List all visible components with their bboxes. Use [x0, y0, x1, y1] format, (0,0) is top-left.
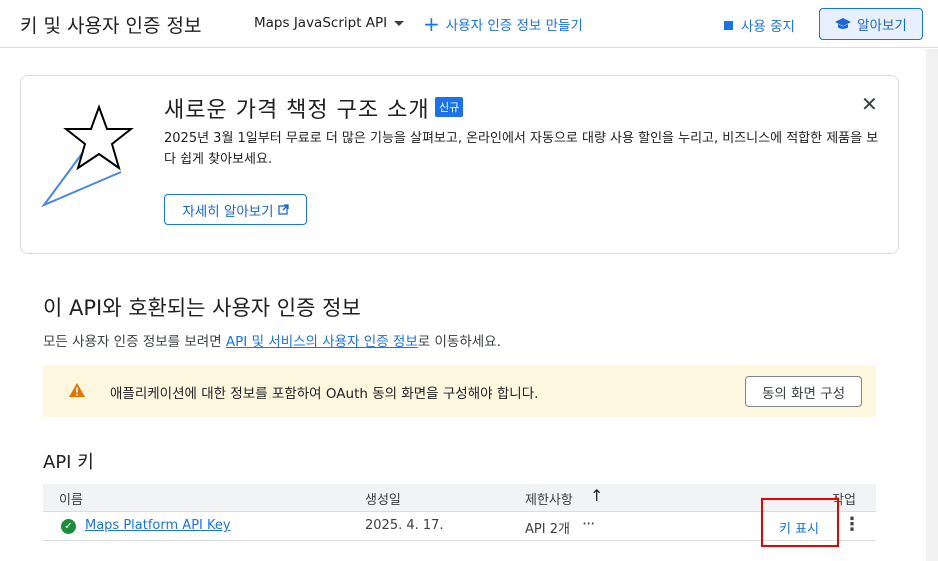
restrictions-value: API 2개	[525, 522, 570, 537]
highlight-box	[761, 498, 839, 547]
table-row: ✓ Maps Platform API Key 2025. 4. 17. API…	[43, 512, 876, 541]
pricing-promo-card: 새로운 가격 책정 구조 소개 신규 2025년 3월 1일부터 무료로 더 많…	[20, 75, 899, 254]
shooting-star-icon	[41, 104, 134, 208]
promo-body: 2025년 3월 1일부터 무료로 더 많은 기능을 살펴보고, 온라인에서 자…	[164, 131, 879, 167]
more-horiz-icon[interactable]: ···	[582, 514, 595, 533]
new-badge: 신규	[435, 97, 464, 117]
top-header: 키 및 사용자 인증 정보 Maps JavaScript API + 사용자 …	[0, 0, 938, 48]
section-title: 이 API와 호환되는 사용자 인증 정보	[43, 296, 361, 320]
scrollbar[interactable]	[926, 49, 938, 561]
plus-icon: +	[423, 12, 440, 36]
warning-icon	[69, 383, 85, 397]
column-restrictions[interactable]: 제한사항	[525, 489, 573, 508]
column-name[interactable]: 이름	[59, 489, 83, 508]
more-vert-icon[interactable]: ⋮	[843, 514, 861, 535]
created-date: 2025. 4. 17.	[365, 518, 444, 533]
sort-arrow-up-icon[interactable]: ↑	[590, 486, 603, 505]
section-description: 모든 사용자 인증 정보를 보려면 API 및 서비스의 사용자 인증 정보로 …	[43, 330, 501, 350]
open-external-icon	[277, 204, 289, 215]
stop-using-button[interactable]: 사용 중지	[724, 15, 795, 35]
api-selector[interactable]: Maps JavaScript API	[254, 15, 405, 31]
learn-button-label: 알아보기	[857, 18, 907, 34]
learn-button[interactable]: 알아보기	[819, 8, 923, 40]
column-created[interactable]: 생성일	[365, 489, 401, 508]
api-selector-label: Maps JavaScript API	[254, 15, 388, 31]
stop-using-label: 사용 중지	[741, 19, 795, 35]
caret-down-icon	[394, 20, 405, 26]
stop-icon	[724, 20, 733, 30]
promo-learn-more-label: 자세히 알아보기	[182, 203, 274, 220]
oauth-warning-banner: 애플리케이션에 대한 정보를 포함하여 OAuth 동의 화면을 구성해야 합니…	[43, 365, 876, 417]
api-services-credentials-link[interactable]: API 및 서비스의 사용자 인증 정보	[226, 334, 418, 350]
table-header: 이름 생성일 제한사항 ↑ 작업	[43, 484, 876, 512]
school-icon	[835, 18, 852, 29]
create-credentials-button[interactable]: + 사용자 인증 정보 만들기	[423, 14, 583, 34]
create-credentials-label: 사용자 인증 정보 만들기	[445, 18, 583, 34]
api-key-name-link[interactable]: Maps Platform API Key	[85, 518, 231, 533]
close-icon[interactable]: ✕	[861, 92, 878, 116]
api-keys-title: API 키	[43, 452, 94, 473]
promo-learn-more-button[interactable]: 자세히 알아보기	[164, 194, 307, 225]
section-desc-prefix: 모든 사용자 인증 정보를 보려면	[43, 334, 226, 350]
promo-title: 새로운 가격 책정 구조 소개	[164, 98, 430, 123]
page-title: 키 및 사용자 인증 정보	[20, 15, 202, 37]
warning-text: 애플리케이션에 대한 정보를 포함하여 OAuth 동의 화면을 구성해야 합니…	[110, 386, 539, 402]
section-desc-suffix: 로 이동하세요.	[417, 334, 501, 350]
configure-consent-screen-button[interactable]: 동의 화면 구성	[745, 376, 862, 407]
check-circle-icon: ✓	[61, 519, 76, 534]
